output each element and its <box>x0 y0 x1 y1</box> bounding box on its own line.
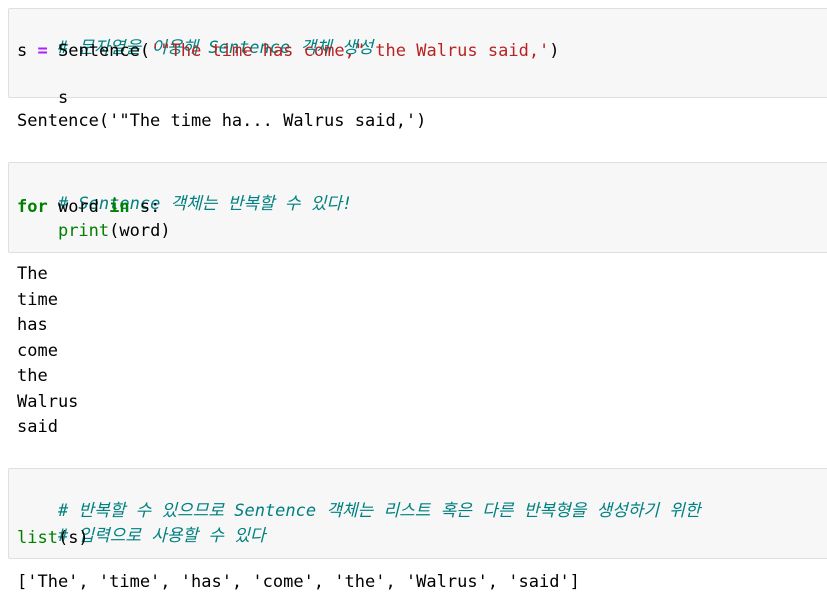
code-line: # 반복할 수 있으므로 Sentence 객체는 리스트 혹은 다른 반복형을… <box>17 478 701 521</box>
cell-output-line: The <box>17 264 48 284</box>
code-token: (s) <box>57 528 89 548</box>
code-cell-1[interactable]: # 문자열을 이용해 Sentence 객체 생성 s = Sentence('… <box>8 8 827 108</box>
cell-output-line: come <box>17 341 58 361</box>
code-cell-3[interactable]: # 반복할 수 있으므로 Sentence 객체는 리스트 혹은 다른 반복형을… <box>8 468 827 559</box>
code-token: Sentence( <box>58 41 151 61</box>
code-token: s <box>17 41 28 61</box>
cell-output-line: Walrus <box>17 392 79 412</box>
cell-output: Sentence('"The time ha... Walrus said,') <box>17 111 427 131</box>
cell-output-line: the <box>17 366 48 386</box>
code-token: s <box>57 88 69 108</box>
code-line: list(s) <box>17 527 89 549</box>
code-builtin: print <box>57 221 110 241</box>
code-token: ) <box>549 41 560 61</box>
cell-output: ['The', 'time', 'has', 'come', 'the', 'W… <box>17 572 580 592</box>
code-token: (word) <box>109 221 171 241</box>
code-keyword: in <box>109 197 130 217</box>
code-line: s <box>17 65 68 108</box>
code-line: s = Sentence('"The time has come," the W… <box>17 40 560 62</box>
cell-output-line: has <box>17 315 48 335</box>
code-string: '"The time has come," the Walrus said,' <box>150 41 550 61</box>
code-line: # 문자열을 이용해 Sentence 객체 생성 <box>17 15 373 58</box>
cell-output-line: time <box>17 290 58 310</box>
code-token: word <box>47 197 110 217</box>
code-line: # 입력으로 사용할 수 있다 <box>17 503 266 546</box>
code-comment: # 입력으로 사용할 수 있다 <box>57 526 266 546</box>
code-token: s: <box>129 197 161 217</box>
code-line: print(word) <box>17 220 171 242</box>
code-keyword: for <box>17 197 48 217</box>
code-builtin: list <box>17 528 58 548</box>
code-token: = <box>37 41 48 61</box>
code-line: # Sentence 객체는 반복할 수 있다! <box>17 171 352 214</box>
cell-output-line: said <box>17 417 58 437</box>
code-cell-2[interactable]: # Sentence 객체는 반복할 수 있다! for word in s: … <box>8 162 827 253</box>
code-line: for word in s: <box>17 196 160 218</box>
